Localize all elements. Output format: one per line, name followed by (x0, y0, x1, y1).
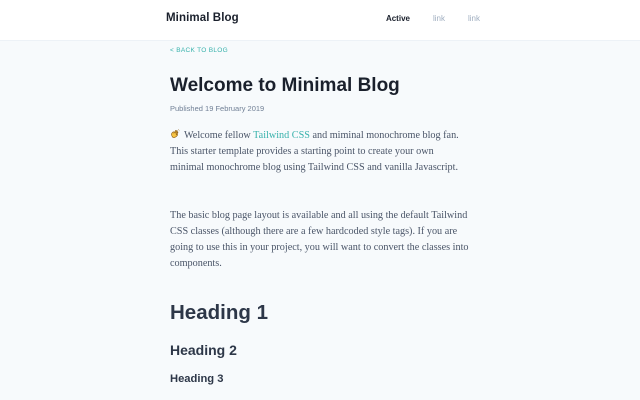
main-nav: Active link link (386, 14, 480, 23)
nav-link-1[interactable]: link (433, 14, 445, 23)
heading-1: Heading 1 (170, 301, 268, 324)
intro-text-before: Welcome fellow (184, 130, 254, 141)
layout-paragraph: The basic blog page layout is available … (170, 210, 469, 269)
nav-link-2[interactable]: link (468, 14, 480, 23)
heading-2: Heading 2 (170, 342, 237, 358)
intro-paragraph: Welcome fellow Tailwind CSS and miminal … (170, 128, 470, 176)
post-content: Welcome fellow Tailwind CSS and miminal … (170, 128, 470, 304)
site-brand-link[interactable]: Minimal Blog (166, 12, 239, 24)
waving-hand-icon (171, 129, 180, 138)
heading-3: Heading 3 (170, 373, 224, 385)
post-title: Welcome to Minimal Blog (170, 75, 400, 96)
back-to-blog-link[interactable]: < BACK TO BLOG (170, 47, 228, 54)
published-date: Published 19 February 2019 (170, 104, 265, 113)
top-nav-bar: Minimal Blog Active link link (0, 0, 640, 41)
tailwind-css-link[interactable]: Tailwind CSS (253, 130, 310, 141)
nav-link-active[interactable]: Active (386, 14, 410, 23)
